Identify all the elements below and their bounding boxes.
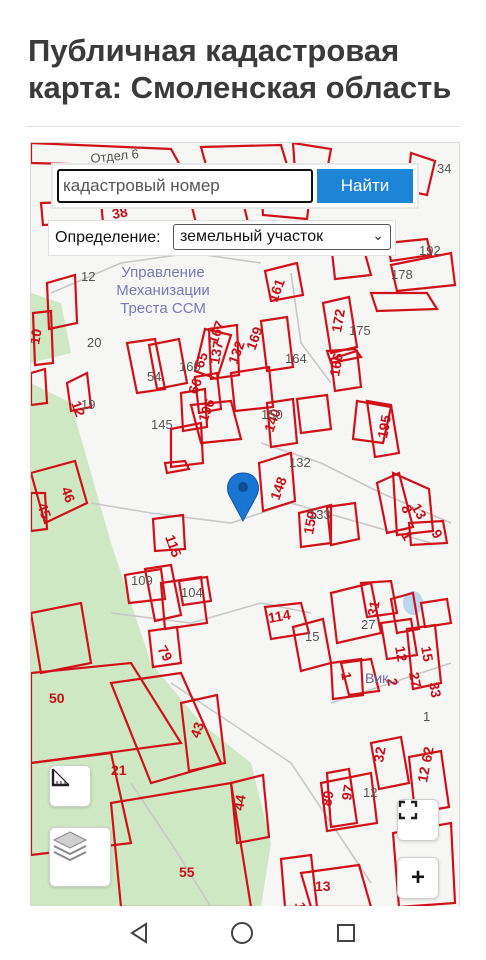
svg-text:34: 34 xyxy=(437,161,451,176)
system-navbar xyxy=(0,906,486,960)
svg-text:192: 192 xyxy=(419,243,441,258)
divider xyxy=(26,126,460,127)
street-label: Отдел 6 xyxy=(90,146,140,166)
definition-selected: земельный участок xyxy=(180,228,324,245)
svg-text:Треста ССМ: Треста ССМ xyxy=(120,300,206,317)
fullscreen-icon xyxy=(398,800,418,820)
svg-text:172: 172 xyxy=(328,308,348,334)
svg-text:9: 9 xyxy=(428,527,446,542)
page-title: Публичная кадастровая карта: Смоленская … xyxy=(28,33,452,105)
svg-text:132: 132 xyxy=(289,455,311,470)
svg-text:161: 161 xyxy=(265,276,288,304)
map-pin-icon[interactable] xyxy=(227,472,259,523)
svg-text:32: 32 xyxy=(370,745,388,763)
svg-text:33: 33 xyxy=(426,681,444,699)
svg-text:21: 21 xyxy=(111,762,127,778)
svg-text:148: 148 xyxy=(267,474,290,502)
svg-text:15: 15 xyxy=(418,645,436,663)
ruler-button[interactable] xyxy=(49,765,91,807)
svg-text:62: 62 xyxy=(418,745,436,763)
map-canvas[interactable]: 38 10 12 137 66 65 167 132 169 161 196 1… xyxy=(31,143,459,907)
svg-text:167: 167 xyxy=(205,318,228,346)
svg-text:12: 12 xyxy=(414,765,432,783)
svg-text:114: 114 xyxy=(267,606,292,626)
svg-text:150: 150 xyxy=(261,407,283,422)
ruler-icon xyxy=(51,768,70,787)
svg-text:195: 195 xyxy=(374,414,394,440)
svg-text:20: 20 xyxy=(87,335,101,350)
svg-text:Управление: Управление xyxy=(121,264,204,281)
svg-text:27: 27 xyxy=(361,617,375,632)
svg-text:13: 13 xyxy=(315,878,331,894)
definition-bar: Определение: земельный участок ⌄ xyxy=(49,221,395,255)
svg-text:12: 12 xyxy=(81,269,95,284)
svg-text:104: 104 xyxy=(181,585,203,600)
definition-label: Определение: xyxy=(55,229,161,246)
back-triangle-icon[interactable] xyxy=(126,920,152,946)
svg-text:97: 97 xyxy=(338,783,356,801)
village-label: Вик... xyxy=(365,670,400,686)
svg-text:79: 79 xyxy=(154,643,176,665)
svg-text:178: 178 xyxy=(391,267,413,282)
svg-text:89: 89 xyxy=(318,789,336,807)
definition-select[interactable]: земельный участок ⌄ xyxy=(173,224,391,250)
place-label: Управление Механизации Треста ССМ xyxy=(116,264,210,317)
svg-text:1: 1 xyxy=(423,709,430,724)
svg-text:12: 12 xyxy=(392,645,410,663)
svg-text:133: 133 xyxy=(309,507,331,522)
svg-text:55: 55 xyxy=(179,864,195,880)
svg-text:145: 145 xyxy=(151,417,173,432)
svg-text:1: 1 xyxy=(338,671,355,682)
svg-text:66: 66 xyxy=(185,376,205,396)
svg-text:115: 115 xyxy=(162,533,185,560)
svg-text:Механизации: Механизации xyxy=(116,282,210,299)
zoom-in-button[interactable]: + xyxy=(397,857,439,899)
svg-text:54: 54 xyxy=(147,369,161,384)
svg-text:44: 44 xyxy=(230,793,248,811)
fullscreen-button[interactable] xyxy=(397,799,439,841)
layers-icon xyxy=(52,831,88,862)
svg-text:31: 31 xyxy=(364,599,382,617)
svg-text:19: 19 xyxy=(81,397,95,412)
cadastral-map[interactable]: 38 10 12 137 66 65 167 132 169 161 196 1… xyxy=(30,142,460,908)
search-bar: Найти xyxy=(53,165,417,207)
svg-text:160: 160 xyxy=(179,359,201,374)
svg-text:175: 175 xyxy=(349,323,371,338)
svg-text:50: 50 xyxy=(49,690,65,706)
home-circle-icon[interactable] xyxy=(229,920,255,946)
search-button[interactable]: Найти xyxy=(317,169,413,203)
recent-square-icon[interactable] xyxy=(333,920,359,946)
svg-text:109: 109 xyxy=(131,573,153,588)
svg-text:166: 166 xyxy=(326,352,346,378)
layers-button[interactable] xyxy=(49,827,111,887)
svg-text:164: 164 xyxy=(285,351,307,366)
svg-text:12: 12 xyxy=(363,785,377,800)
svg-text:15: 15 xyxy=(305,629,319,644)
search-input[interactable] xyxy=(57,169,313,203)
svg-text:27: 27 xyxy=(406,671,424,689)
chevron-down-icon: ⌄ xyxy=(372,227,384,243)
